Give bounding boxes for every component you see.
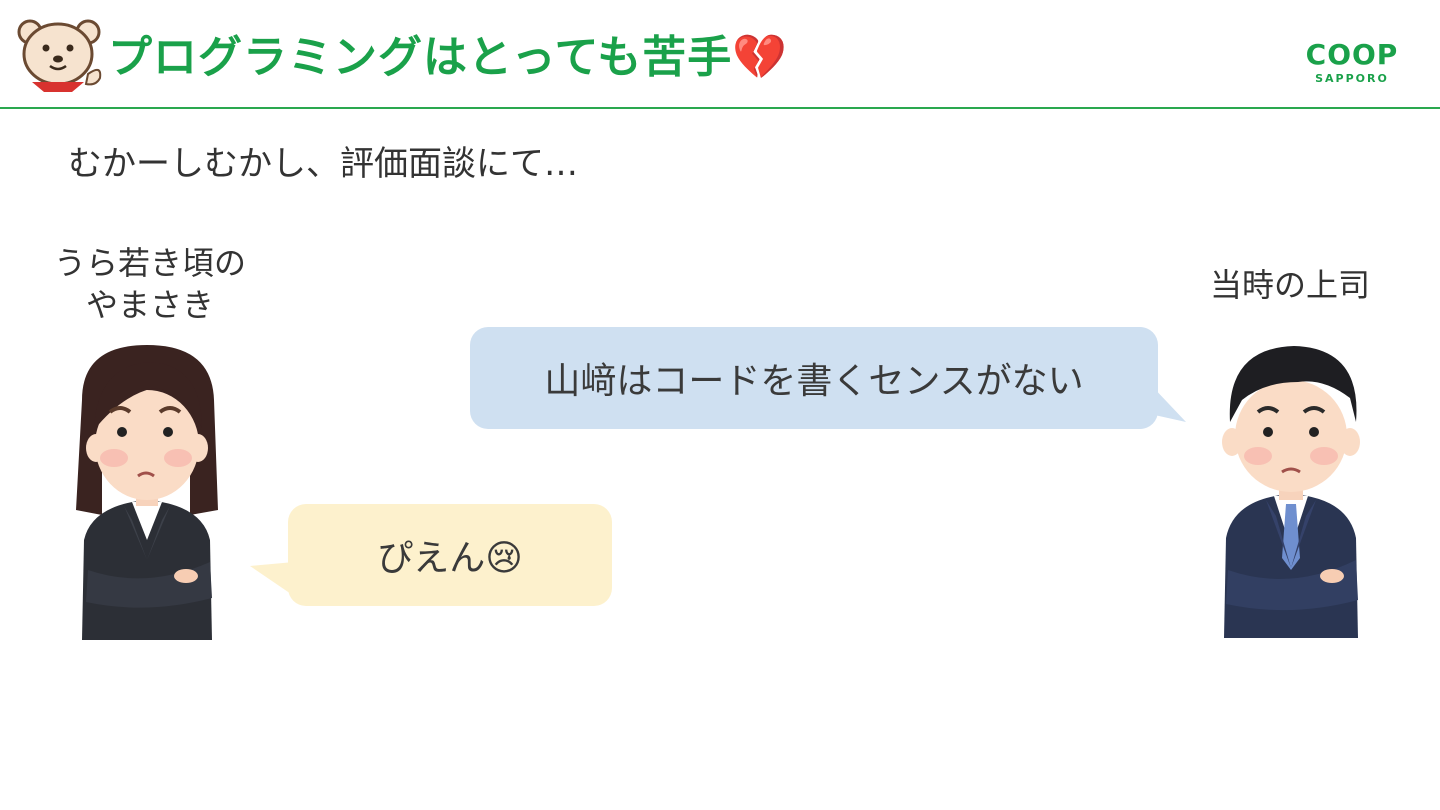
header-divider — [0, 107, 1440, 109]
right-person-label: 当時の上司 — [1209, 266, 1370, 304]
boss-speech-text: 山﨑はコードを書くセンスがない — [544, 361, 1084, 402]
left-person-label-line1: うら若き頃の — [53, 244, 246, 282]
left-person-label-line2: やまさき — [85, 286, 214, 324]
boss-man-illustration — [1222, 346, 1360, 638]
bear-mascot-icon — [17, 19, 102, 92]
young-woman-illustration — [76, 345, 218, 640]
page-title: プログラミングはとっても苦手💔 — [108, 32, 789, 83]
coop-logo-subtext: SAPPORO — [1315, 72, 1389, 85]
boss-speech-bubble: 山﨑はコードを書くセンスがない — [470, 327, 1158, 429]
slide-subtitle: むかーしむかし、評価面談にて… — [68, 144, 578, 184]
coop-logo: COOP — [1305, 38, 1399, 71]
woman-bubble-tail — [250, 562, 294, 596]
boss-bubble-tail — [1150, 384, 1186, 422]
woman-speech-text: ぴえん😢 — [377, 538, 523, 579]
woman-speech-bubble: ぴえん😢 — [288, 504, 612, 606]
left-person-label: うら若き頃の やまさき — [30, 242, 270, 326]
